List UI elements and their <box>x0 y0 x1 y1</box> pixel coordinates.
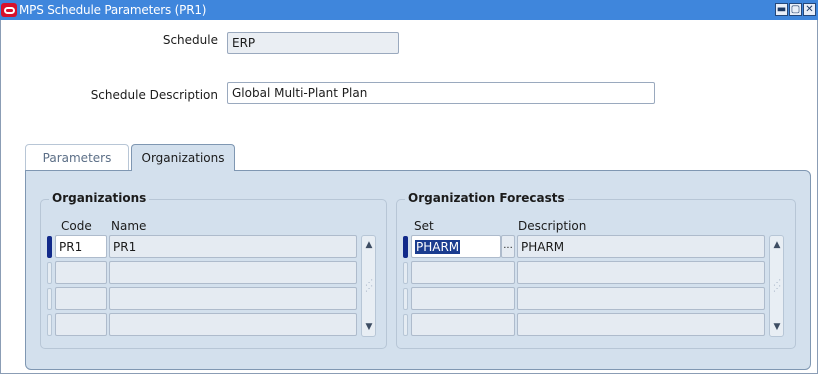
window-titlebar[interactable]: MPS Schedule Parameters (PR1) ▬ ▢ ✕ <box>0 0 818 20</box>
scroll-down-icon[interactable]: ▼ <box>772 320 782 334</box>
org-scrollbar[interactable]: ▲ ⋰ ⋰ ▼ <box>361 235 376 337</box>
org-name-cell[interactable] <box>109 261 357 284</box>
forecast-description-cell[interactable] <box>517 287 765 310</box>
org-name-cell[interactable] <box>109 287 357 310</box>
forecast-description-cell[interactable] <box>517 261 765 284</box>
list-of-values-button[interactable]: ... <box>501 235 515 258</box>
schedule-label: Schedule <box>162 33 218 47</box>
scroll-up-icon[interactable]: ▲ <box>364 238 374 252</box>
forecast-set-cell[interactable] <box>411 261 515 284</box>
scroll-down-icon[interactable]: ▼ <box>364 320 374 334</box>
organizations-group-title: Organizations <box>49 191 150 205</box>
forecast-set-header: Set <box>414 219 434 233</box>
forecast-set-cell[interactable] <box>411 287 515 310</box>
window-controls: ▬ ▢ ✕ <box>775 3 816 16</box>
org-name-header: Name <box>111 219 147 233</box>
org-code-cell[interactable] <box>55 287 107 310</box>
close-icon[interactable]: ✕ <box>803 3 816 16</box>
minimize-icon[interactable]: ▬ <box>775 3 788 16</box>
record-indicator[interactable] <box>403 288 408 310</box>
oracle-icon <box>1 3 17 17</box>
forecast-set-selected-text[interactable]: PHARM <box>415 240 461 254</box>
org-code-cell[interactable] <box>55 261 107 284</box>
maximize-icon[interactable]: ▢ <box>789 3 802 16</box>
record-indicator[interactable] <box>403 314 408 336</box>
schedule-description-label: Schedule Description <box>90 88 218 102</box>
organization-forecasts-group-title: Organization Forecasts <box>405 191 568 205</box>
schedule-field[interactable]: ERP <box>227 32 399 54</box>
forecast-set-cell[interactable]: PHARM <box>411 235 501 258</box>
forecast-set-cell[interactable] <box>411 313 515 336</box>
organization-forecasts-group: Organization Forecasts Set Description P… <box>396 191 796 349</box>
organizations-group: Organizations Code Name PR1 PR1 ▲ ⋰ ⋰ ▼ <box>40 191 387 349</box>
forecast-description-cell[interactable]: PHARM <box>517 235 765 258</box>
org-code-header: Code <box>61 219 92 233</box>
record-indicator[interactable] <box>47 314 52 336</box>
organizations-tab-panel: Organizations Code Name PR1 PR1 ▲ ⋰ ⋰ ▼ O… <box>25 170 811 370</box>
record-indicator[interactable] <box>403 262 408 284</box>
form-client-area: Schedule ERP Schedule Description Global… <box>0 20 818 374</box>
scroll-grip-icon[interactable]: ⋰ ⋰ <box>773 279 781 294</box>
tab-parameters[interactable]: Parameters <box>25 144 129 170</box>
record-indicator[interactable] <box>47 236 52 258</box>
schedule-description-field[interactable]: Global Multi-Plant Plan <box>227 82 655 104</box>
org-name-cell[interactable] <box>109 313 357 336</box>
scroll-grip-icon[interactable]: ⋰ ⋰ <box>365 279 373 294</box>
forecast-scrollbar[interactable]: ▲ ⋰ ⋰ ▼ <box>769 235 784 337</box>
org-name-cell[interactable]: PR1 <box>109 235 357 258</box>
forecast-description-cell[interactable] <box>517 313 765 336</box>
window-title: MPS Schedule Parameters (PR1) <box>19 3 207 17</box>
record-indicator[interactable] <box>403 236 408 258</box>
forecast-description-header: Description <box>518 219 587 233</box>
scroll-up-icon[interactable]: ▲ <box>772 238 782 252</box>
tab-organizations[interactable]: Organizations <box>131 144 235 171</box>
record-indicator[interactable] <box>47 262 52 284</box>
org-code-cell[interactable] <box>55 313 107 336</box>
record-indicator[interactable] <box>47 288 52 310</box>
org-code-cell[interactable]: PR1 <box>55 235 107 258</box>
